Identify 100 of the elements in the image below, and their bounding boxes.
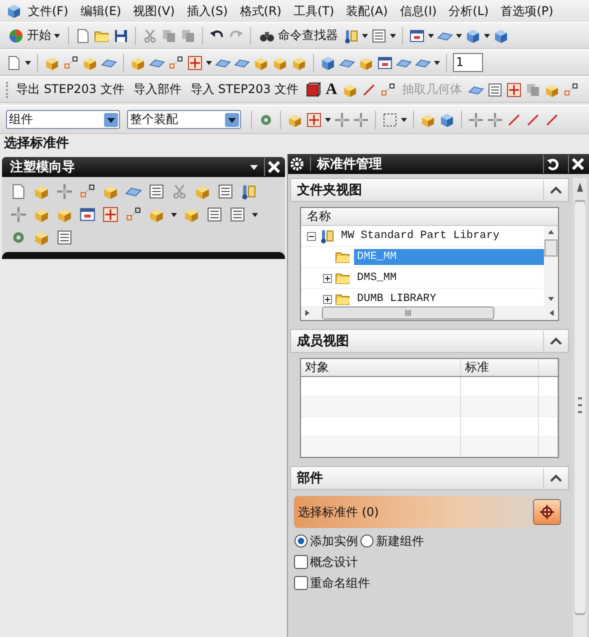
menu-item[interactable]: 信息(I) — [394, 2, 443, 20]
start-button[interactable]: 开始 — [6, 26, 62, 46]
command-finder-button[interactable]: 命令查找器 — [257, 26, 340, 46]
menu-item[interactable]: 分析(L) — [442, 2, 495, 20]
collapse-box-icon[interactable] — [307, 232, 316, 240]
cube-icon[interactable] — [493, 28, 509, 44]
menu-item[interactable]: 格式(R) — [234, 2, 288, 20]
dots-icon[interactable] — [563, 82, 580, 98]
command-button[interactable]: 导入 STEP203 文件 — [187, 80, 302, 100]
doc-icon[interactable] — [75, 28, 91, 44]
caret-icon[interactable] — [428, 34, 434, 38]
command-button[interactable]: 导出 STEP203 文件 — [13, 80, 128, 100]
column-header: 名称 — [301, 208, 558, 226]
menu-item[interactable]: 编辑(E) — [74, 2, 128, 20]
list-icon[interactable] — [229, 206, 246, 223]
caret-icon[interactable] — [25, 60, 31, 64]
scrollbar[interactable] — [301, 306, 558, 320]
caret-icon[interactable] — [434, 60, 440, 64]
column-header[interactable]: 标准 — [461, 359, 539, 376]
scrollbar[interactable] — [544, 226, 558, 306]
settings-icon[interactable] — [290, 157, 311, 171]
panel-title: 注塑模向导 — [10, 158, 76, 176]
radio-button[interactable] — [294, 534, 308, 548]
section-title: 成员视图 — [297, 333, 349, 350]
filter-dropdown[interactable]: 整个装配 — [127, 110, 241, 129]
caret-icon[interactable] — [484, 34, 490, 38]
list-icon[interactable] — [371, 28, 387, 44]
section-header[interactable]: 文件夹视图 — [290, 178, 569, 202]
menu-item[interactable]: 首选项(P) — [494, 2, 560, 20]
line-icon[interactable] — [525, 112, 541, 128]
globe-icon — [8, 28, 24, 44]
text-tool-button[interactable]: A — [324, 80, 340, 100]
dots-icon[interactable] — [63, 54, 79, 70]
layer-dropdown[interactable]: 1 — [453, 53, 483, 72]
menu-item[interactable]: 插入(S) — [180, 2, 234, 20]
line-icon[interactable] — [506, 112, 522, 128]
library-icon — [319, 228, 335, 244]
list-icon[interactable] — [487, 82, 504, 98]
checkbox-label: 概念设计 — [310, 554, 358, 570]
list-icon[interactable] — [206, 206, 223, 223]
radio-option[interactable]: 新建组件 — [360, 531, 424, 551]
caret-icon — [54, 34, 60, 38]
section-title: 文件夹视图 — [297, 182, 362, 199]
close-icon[interactable] — [568, 155, 587, 173]
menu-item[interactable]: 工具(T) — [287, 2, 340, 20]
radio-button[interactable] — [360, 534, 374, 548]
checkbox-option[interactable]: 重命名组件 — [294, 573, 565, 593]
close-icon[interactable] — [264, 158, 283, 176]
cube-icon[interactable] — [320, 54, 336, 70]
cube-icon[interactable] — [465, 28, 481, 44]
caret-icon[interactable] — [401, 118, 407, 122]
checkbox[interactable] — [294, 576, 308, 590]
move-icon[interactable] — [468, 112, 484, 128]
dots-icon[interactable] — [380, 82, 396, 98]
block-icon[interactable] — [304, 82, 321, 98]
caret-icon[interactable] — [325, 118, 331, 122]
part-icon — [6, 3, 22, 19]
panel-title: 标准件管理 — [317, 156, 383, 173]
dots-icon[interactable] — [79, 183, 96, 200]
tree-item[interactable]: DUMB LIBRARY — [354, 291, 440, 306]
command-button[interactable]: 导入部件 — [130, 80, 184, 100]
dots-icon[interactable] — [168, 54, 184, 70]
menu-item[interactable]: 视图(V) — [127, 2, 181, 20]
list-icon[interactable] — [148, 183, 165, 200]
caret-icon[interactable] — [171, 212, 177, 216]
caret-icon[interactable] — [206, 60, 212, 64]
menu-caret-icon[interactable] — [250, 164, 258, 170]
tree-item[interactable]: MW Standard Part Library — [338, 228, 502, 244]
radio-label: 新建组件 — [376, 532, 424, 550]
select-icon[interactable] — [382, 112, 398, 128]
checkbox-label: 重命名组件 — [310, 574, 370, 592]
checkbox-option[interactable]: 概念设计 — [294, 552, 565, 572]
select-part-button[interactable] — [533, 499, 561, 525]
list-icon[interactable] — [217, 183, 234, 200]
line-icon[interactable] — [544, 112, 560, 128]
radio-option[interactable]: 添加实例 — [294, 531, 358, 551]
move-icon[interactable] — [487, 112, 503, 128]
expand-box-icon[interactable] — [323, 274, 332, 282]
move-icon[interactable] — [353, 112, 369, 128]
expand-box-icon[interactable] — [323, 294, 332, 304]
doc-icon[interactable] — [10, 183, 27, 200]
caret-icon[interactable] — [456, 34, 462, 38]
tree-item[interactable]: DMS_MM — [354, 270, 400, 286]
caret-icon[interactable] — [390, 34, 396, 38]
list-icon[interactable] — [56, 229, 73, 246]
section-header[interactable]: 成员视图 — [290, 329, 569, 353]
column-header[interactable]: 对象 — [301, 359, 461, 376]
line-icon[interactable] — [361, 82, 378, 98]
checkbox[interactable] — [294, 555, 308, 569]
caret-icon[interactable] — [252, 212, 258, 216]
caret-icon[interactable] — [362, 34, 368, 38]
scrollbar[interactable] — [573, 178, 587, 637]
radio-label: 添加实例 — [310, 532, 358, 550]
cube-icon[interactable] — [439, 112, 455, 128]
section-header[interactable]: 部件 — [290, 466, 569, 490]
menu-item[interactable]: 文件(F) — [22, 2, 74, 20]
doc-icon[interactable] — [6, 54, 22, 70]
filter-dropdown[interactable]: 组件 — [6, 110, 120, 129]
dots-icon[interactable] — [125, 206, 142, 223]
menu-item[interactable]: 装配(A) — [340, 2, 394, 20]
